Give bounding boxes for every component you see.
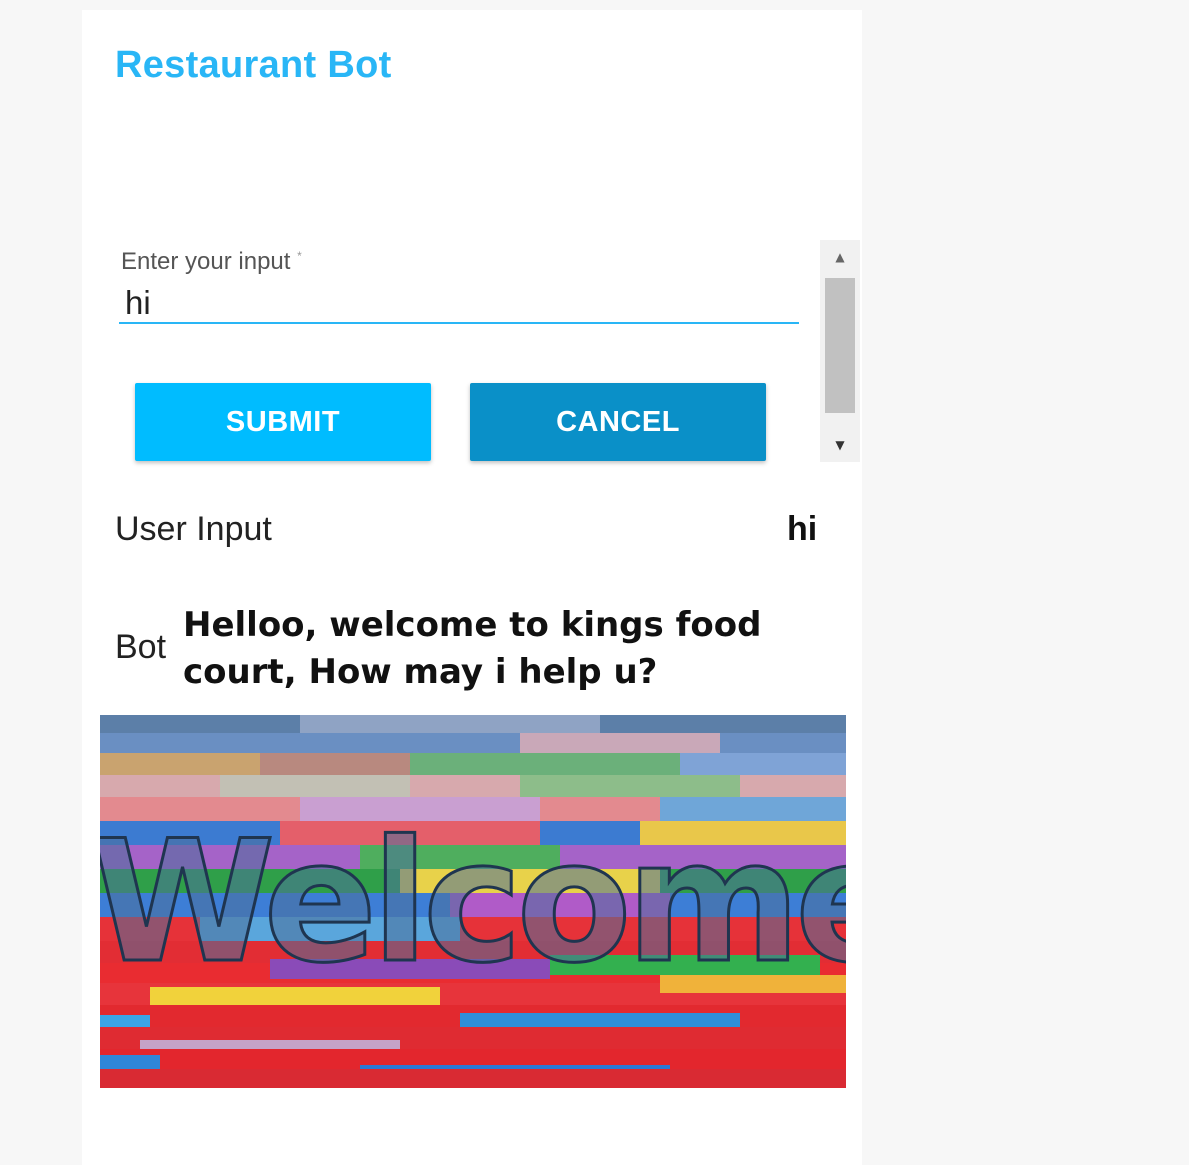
bot-label: Bot — [115, 628, 167, 666]
welcome-image: Welcome — [100, 715, 846, 1088]
bot-panel: Restaurant Bot Enter your input * SUBMIT… — [82, 10, 862, 1165]
user-input-field[interactable] — [119, 284, 799, 324]
required-mark: * — [297, 249, 302, 263]
input-label: Enter your input * — [121, 248, 302, 276]
bot-response: Helloo, welcome to kings food court, How… — [183, 605, 762, 692]
welcome-sign-text: Welcome — [100, 804, 846, 1000]
app-title: Restaurant Bot — [115, 44, 392, 86]
input-form: Enter your input * SUBMIT CANCEL ▲ ▼ — [82, 240, 860, 462]
submit-button[interactable]: SUBMIT — [135, 383, 431, 461]
user-input-label: User Input — [115, 510, 272, 548]
scroll-up-arrow-icon[interactable]: ▲ — [820, 240, 860, 274]
scroll-down-arrow-icon[interactable]: ▼ — [820, 428, 860, 462]
user-input-value: hi — [787, 510, 818, 548]
scrollbar-thumb[interactable] — [825, 278, 855, 413]
input-label-text: Enter your input — [121, 248, 291, 275]
cancel-button[interactable]: CANCEL — [470, 383, 766, 461]
form-scrollbar[interactable]: ▲ ▼ — [820, 240, 860, 462]
